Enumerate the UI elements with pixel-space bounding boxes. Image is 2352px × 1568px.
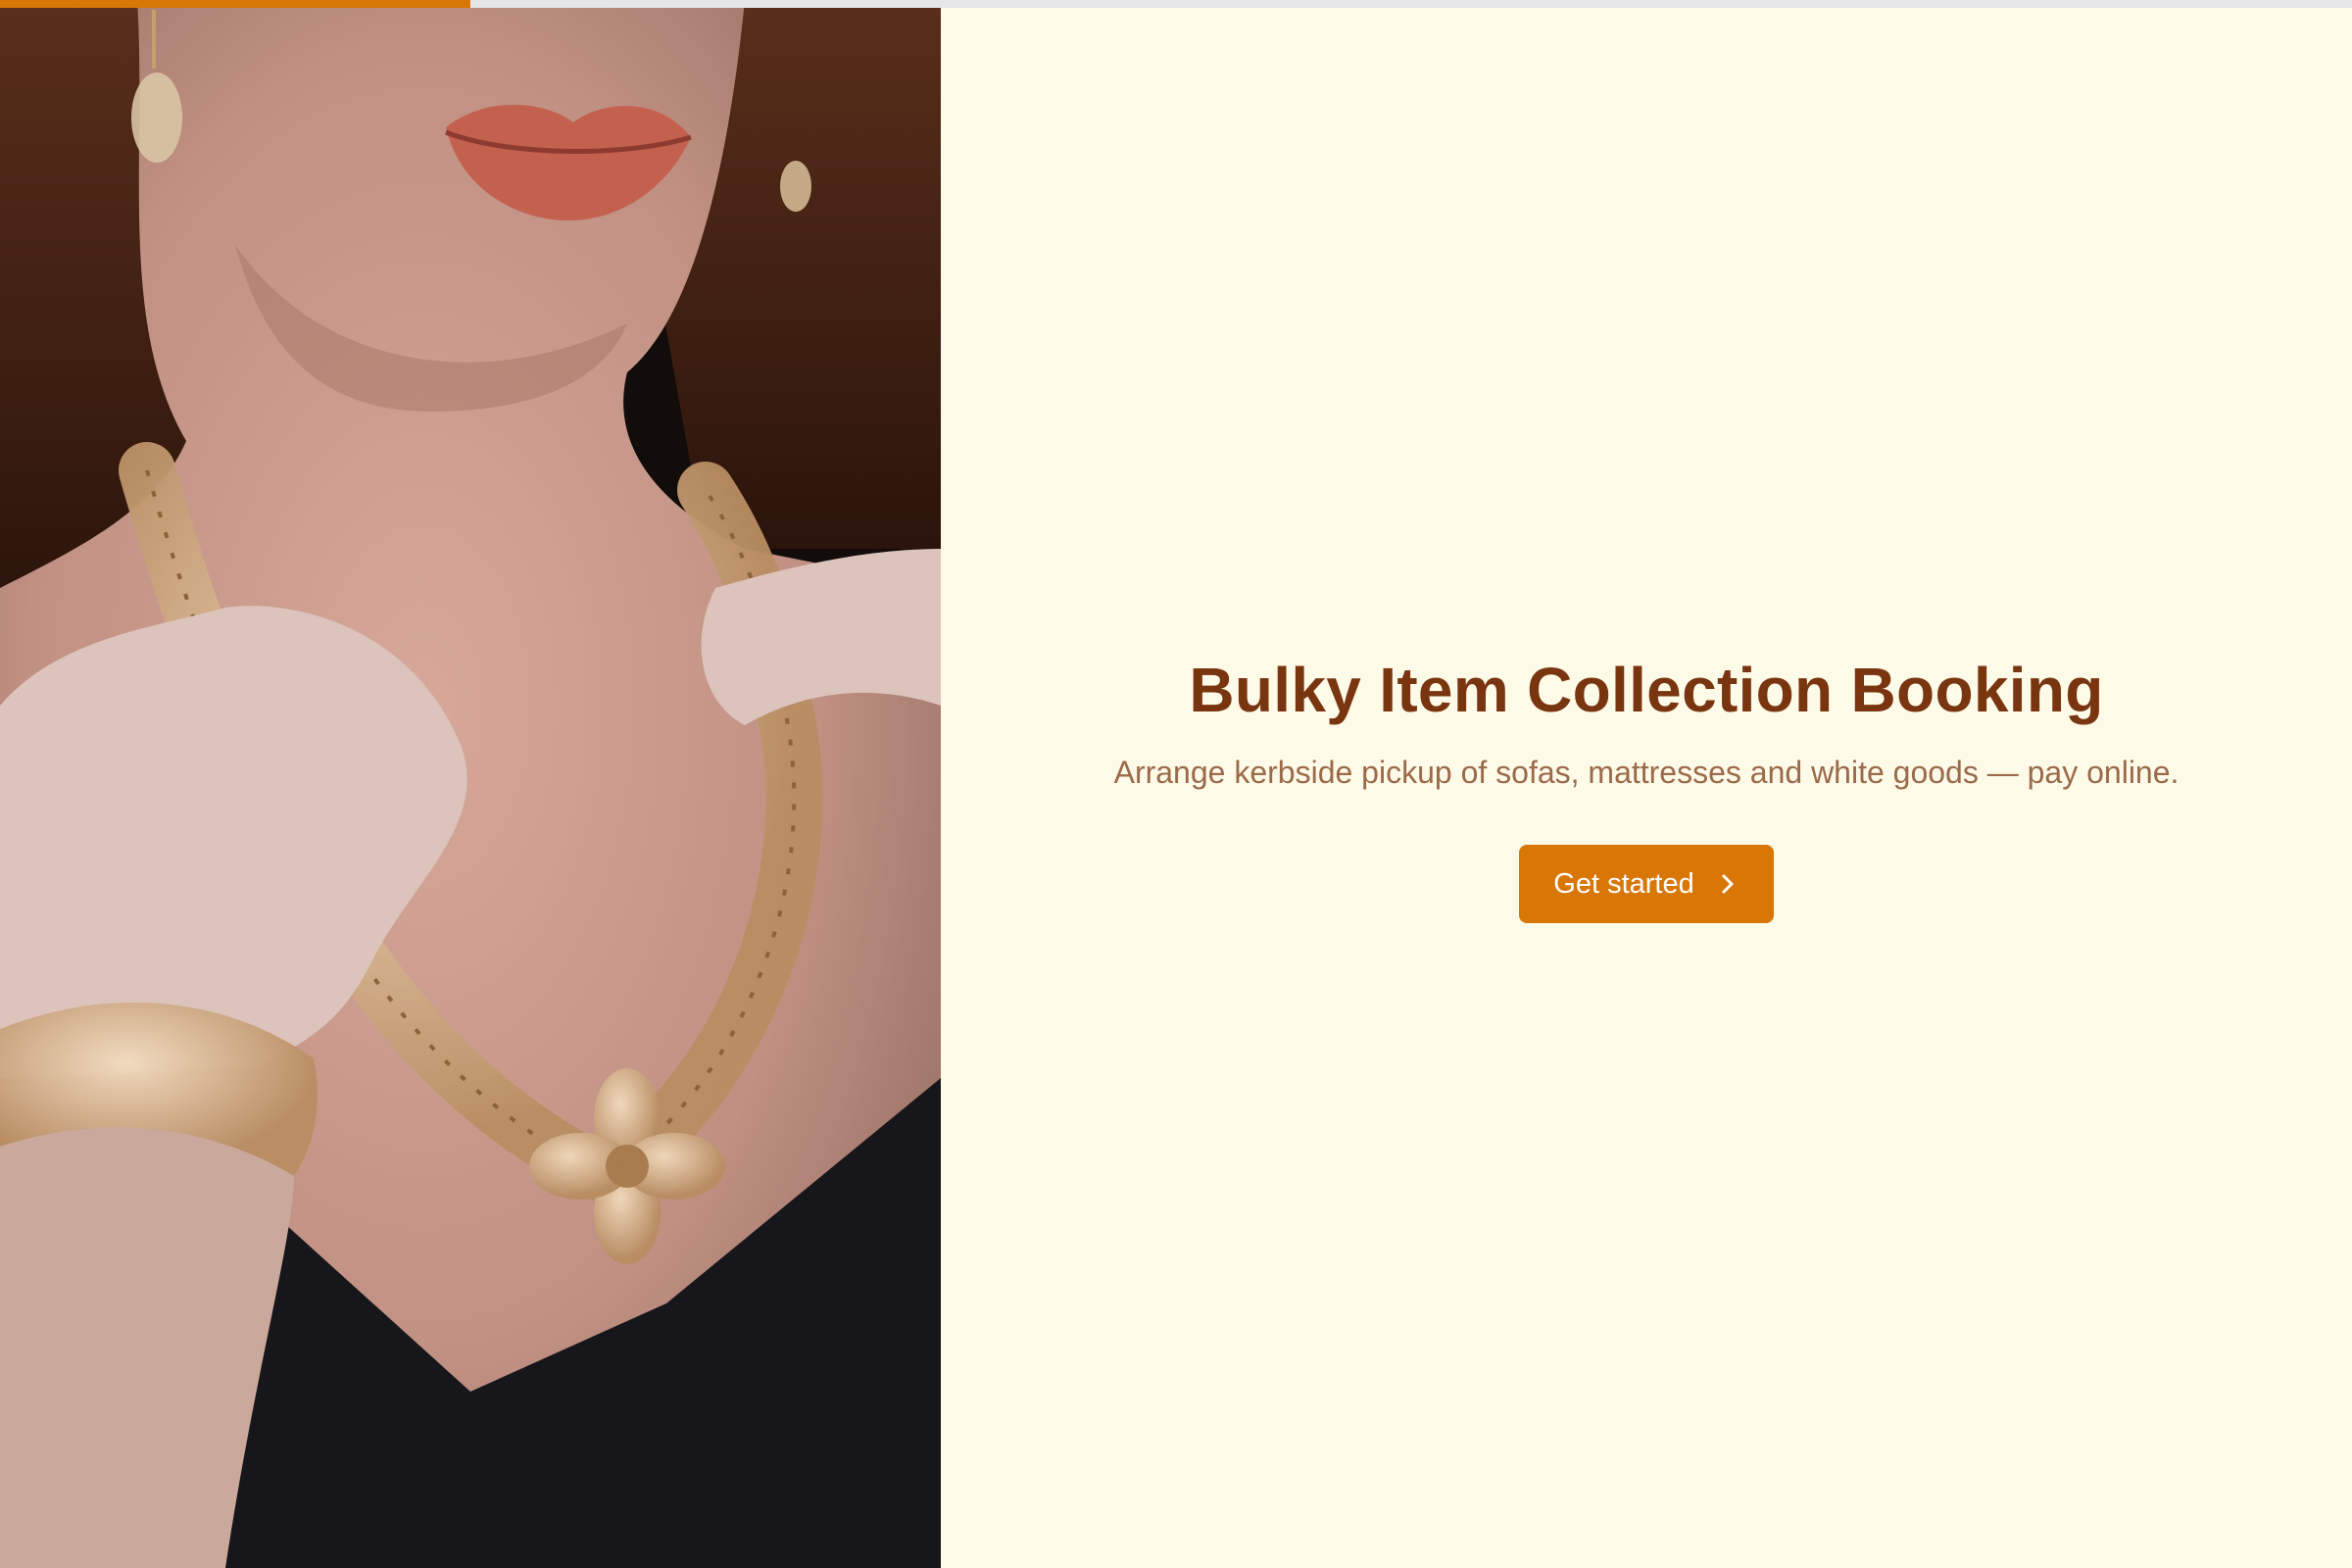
chevron-right-icon [1716, 872, 1740, 896]
progress-bar [0, 0, 2352, 8]
content-panel: Bulky Item Collection Booking Arrange ke… [941, 0, 2352, 1568]
get-started-label: Get started [1553, 867, 1694, 900]
progress-bar-fill [0, 0, 470, 8]
page-title: Bulky Item Collection Booking [1189, 655, 2104, 725]
hero-section: Bulky Item Collection Booking Arrange ke… [941, 647, 2352, 923]
page-subtitle: Arrange kerbside pickup of sofas, mattre… [1113, 755, 2180, 790]
get-started-button[interactable]: Get started [1519, 845, 1774, 923]
hero-photo [0, 0, 941, 1568]
